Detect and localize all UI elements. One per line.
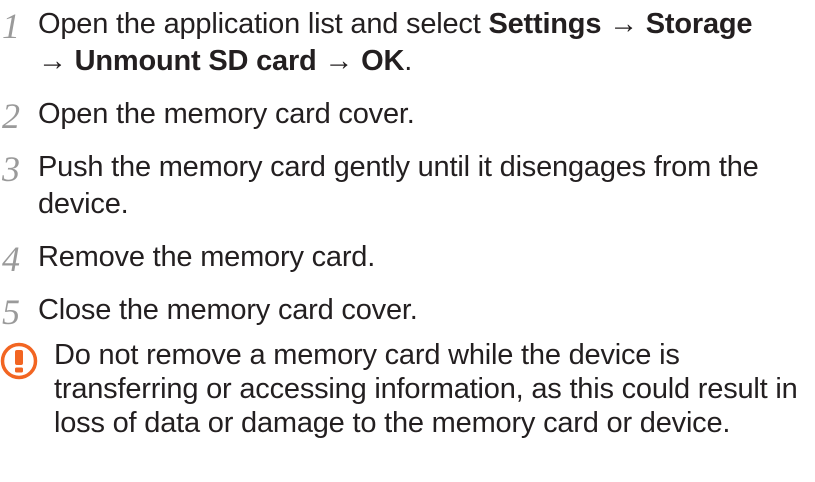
warning-text: Do not remove a memory card while the de… [54,339,798,439]
caution-icon [0,342,38,380]
step-number: 4 [2,239,20,279]
step-4: 4 Remove the memory card. [0,239,815,279]
step-text: Open the memory card cover. [38,98,415,130]
step-text: Push the memory card gently until it dis… [38,151,759,220]
menu-unmount-sd-card: Unmount SD card [74,45,317,77]
step-number: 5 [2,292,20,332]
step-text: Open the application list and select Set… [38,8,753,77]
step-text: Remove the memory card. [38,241,376,273]
period: . [404,45,413,77]
arrow: → [38,45,75,77]
arrow: → [316,45,362,77]
step-3: 3 Push the memory card gently until it d… [0,149,815,223]
step-number: 2 [2,96,20,136]
step-2: 2 Open the memory card cover. [0,96,815,136]
step-number: 3 [2,149,20,189]
step-1: 1 Open the application list and select S… [0,6,815,80]
arrow: → [601,8,646,40]
step-5: 5 Close the memory card cover. [0,292,815,332]
menu-ok: OK [361,45,405,77]
menu-storage: Storage [645,8,753,40]
step-number: 1 [2,6,20,46]
step-text: Close the memory card cover. [38,294,418,326]
steps-list: 1 Open the application list and select S… [0,6,815,345]
menu-settings: Settings [488,8,602,40]
step-text-intro: Open the application list and select [38,8,489,40]
